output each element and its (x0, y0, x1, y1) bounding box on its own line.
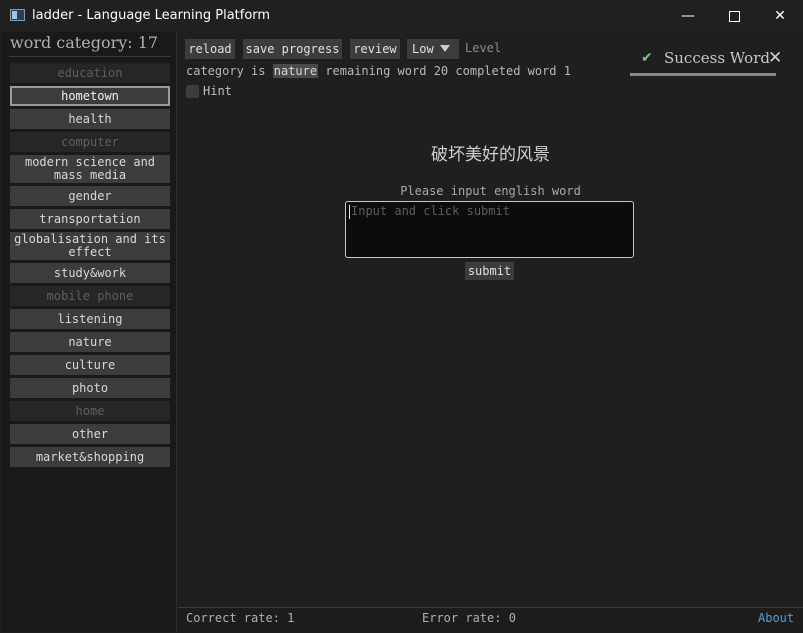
completed-label: completed word (455, 64, 557, 78)
level-label: Level (465, 41, 502, 55)
hint-checkbox[interactable] (186, 85, 199, 98)
category-prefix: category is (186, 64, 266, 78)
answer-placeholder: Input and click submit (351, 204, 510, 218)
maximize-button[interactable] (711, 0, 757, 32)
category-mobile-phone: mobile phone (10, 286, 170, 306)
about-link[interactable]: About (758, 611, 794, 625)
category-modern-science[interactable]: modern science and mass media (10, 155, 170, 183)
category-gender[interactable]: gender (10, 186, 170, 206)
minimize-icon: — (681, 8, 695, 24)
toast-message: Success Word (664, 49, 770, 67)
category-listening[interactable]: listening (10, 309, 170, 329)
category-sidebar: word category: 17 education hometown hea… (1, 32, 177, 632)
text-caret (349, 205, 350, 219)
category-other[interactable]: other (10, 424, 170, 444)
close-icon: ✕ (774, 8, 786, 24)
progress-status: category is nature remaining word 20 com… (186, 64, 571, 78)
category-transportation[interactable]: transportation (10, 209, 170, 229)
main-panel: reload save progress review Low Level ca… (178, 32, 803, 607)
current-category: nature (272, 64, 319, 78)
category-market-shopping[interactable]: market&shopping (10, 447, 170, 467)
minimize-button[interactable]: — (665, 0, 711, 32)
hint-label[interactable]: Hint (203, 84, 232, 98)
completed-count: 1 (563, 64, 572, 78)
window-title: ladder - Language Learning Platform (32, 8, 271, 23)
level-select[interactable]: Low (407, 39, 459, 59)
category-nature[interactable]: nature (10, 332, 170, 352)
status-bar: Correct rate: 1 Error rate: 0 About (178, 607, 803, 633)
category-computer: computer (10, 132, 170, 152)
category-hometown[interactable]: hometown (10, 86, 170, 106)
answer-input[interactable]: Input and click submit (345, 201, 634, 258)
close-window-button[interactable]: ✕ (757, 0, 803, 32)
correct-rate: Correct rate: 1 (186, 611, 295, 625)
maximize-icon (728, 10, 740, 22)
word-prompt: 破坏美好的风景 (431, 145, 550, 165)
toast-close-icon[interactable]: ✕ (768, 48, 782, 68)
remaining-label: remaining word (325, 64, 427, 78)
chevron-down-icon (440, 45, 450, 52)
category-count-title: word category: 17 (10, 33, 159, 52)
sidebar-divider (9, 56, 171, 57)
category-culture[interactable]: culture (10, 355, 170, 375)
submit-button[interactable]: submit (465, 262, 514, 280)
category-photo[interactable]: photo (10, 378, 170, 398)
title-bar: ladder - Language Learning Platform — ✕ (0, 0, 803, 32)
remaining-count: 20 (433, 64, 449, 78)
category-health[interactable]: health (10, 109, 170, 129)
toast-progress-bar (630, 73, 776, 76)
category-globalisation[interactable]: globalisation and its effect (10, 232, 170, 260)
app-icon (10, 9, 25, 21)
error-rate: Error rate: 0 (422, 611, 516, 625)
review-button[interactable]: review (350, 39, 400, 59)
input-label: Please input english word (400, 184, 581, 198)
success-toast: ✔ Success Word ✕ (630, 44, 782, 77)
category-study-work[interactable]: study&work (10, 263, 170, 283)
reload-button[interactable]: reload (185, 39, 235, 59)
category-home: home (10, 401, 170, 421)
save-progress-button[interactable]: save progress (243, 39, 342, 59)
check-icon: ✔ (641, 50, 653, 66)
level-select-value: Low (412, 42, 434, 56)
category-education: education (10, 63, 170, 83)
